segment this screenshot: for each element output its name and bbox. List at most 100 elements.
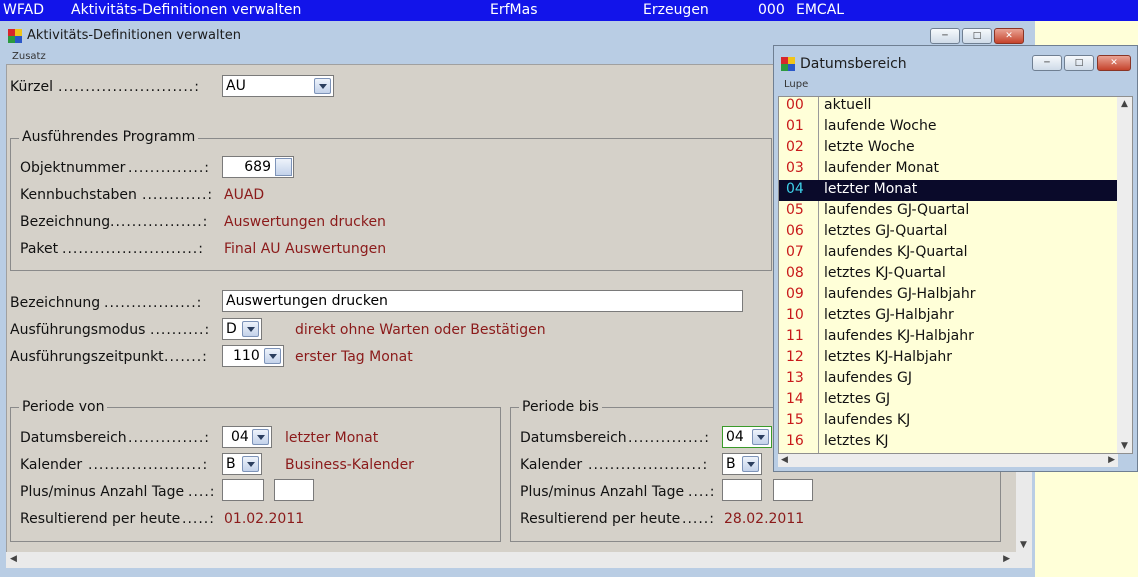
list-item[interactable]: 13 laufendes GJ xyxy=(779,369,1118,390)
bis-datumsbereich-select[interactable]: 04 xyxy=(722,426,772,448)
programm-group-title: Ausführendes Programm xyxy=(19,129,199,145)
chevron-down-icon[interactable] xyxy=(752,429,769,445)
list-item[interactable]: 14 letztes GJ xyxy=(779,390,1118,411)
label-leader: .........................: xyxy=(62,241,204,257)
minimize-button[interactable]: ─ xyxy=(930,28,960,44)
objektnummer-input[interactable]: 689 xyxy=(222,156,294,178)
zeitpunkt-description: erster Tag Monat xyxy=(295,349,413,365)
scroll-left-icon[interactable]: ◀ xyxy=(781,455,788,465)
von-kalender-select[interactable]: B xyxy=(222,453,262,475)
scroll-down-icon[interactable]: ▼ xyxy=(1121,441,1128,451)
menu-lupe[interactable]: Lupe xyxy=(784,79,808,90)
list-item[interactable]: 09 laufendes GJ-Halbjahr xyxy=(779,285,1118,306)
objektnummer-value: 689 xyxy=(244,159,271,175)
modus-select[interactable]: D xyxy=(222,318,262,340)
label-leader: ....: xyxy=(688,484,716,500)
list-item[interactable]: 03 laufender Monat xyxy=(779,159,1118,180)
list-item-code: 13 xyxy=(786,370,804,386)
chevron-down-icon[interactable] xyxy=(742,456,759,472)
list-item[interactable]: 16 letztes KJ xyxy=(779,432,1118,453)
popup-horizontal-scrollbar[interactable]: ◀ ▶ xyxy=(778,454,1118,467)
spinner-icon[interactable] xyxy=(275,158,292,176)
menu-zusatz[interactable]: Zusatz xyxy=(12,51,46,62)
list-item[interactable]: 08 letztes KJ-Quartal xyxy=(779,264,1118,285)
list-item[interactable]: 06 letztes GJ-Quartal xyxy=(779,222,1118,243)
chevron-down-icon[interactable] xyxy=(242,321,259,337)
scroll-up-icon[interactable]: ▲ xyxy=(1121,99,1128,109)
list-item-code: 15 xyxy=(786,412,804,428)
label-leader: .....................: xyxy=(588,457,709,473)
program-code: WFAD xyxy=(3,2,44,18)
scroll-left-icon[interactable]: ◀ xyxy=(10,554,17,564)
von-resultierend-label: Resultierend per heute xyxy=(20,511,181,527)
bis-kalender-select[interactable]: B xyxy=(722,453,762,475)
von-datumsbereich-select[interactable]: 04 xyxy=(222,426,272,448)
paket-value: Final AU Auswertungen xyxy=(224,241,387,257)
prog-bezeichnung-value: Auswertungen drucken xyxy=(224,214,386,230)
periode-bis-title: Periode bis xyxy=(519,399,602,415)
von-plusminus-input-1[interactable] xyxy=(222,479,264,501)
list-item[interactable]: 00 aktuell xyxy=(779,96,1118,117)
list-item-text: laufende Woche xyxy=(824,118,937,134)
list-item-code: 06 xyxy=(786,223,804,239)
list-item-code: 14 xyxy=(786,391,804,407)
von-datumsbereich-label: Datumsbereich xyxy=(20,430,127,446)
list-item-text: letztes GJ-Quartal xyxy=(824,223,948,239)
list-item-text: laufendes GJ xyxy=(824,370,912,386)
list-item-code: 09 xyxy=(786,286,804,302)
list-item-text: aktuell xyxy=(824,97,872,113)
popup-minimize-button[interactable]: ─ xyxy=(1032,55,1062,71)
list-item[interactable]: 11 laufendes KJ-Halbjahr xyxy=(779,327,1118,348)
bis-kalender-value: B xyxy=(726,456,736,472)
kuerzel-select[interactable]: AU xyxy=(222,75,334,97)
bezeichnung-label: Bezeichnung xyxy=(10,295,101,311)
label-leader: .......: xyxy=(164,349,208,365)
chevron-down-icon[interactable] xyxy=(264,348,281,364)
von-plusminus-input-2[interactable] xyxy=(274,479,314,501)
label-leader: .....................: xyxy=(88,457,209,473)
bis-resultierend-label: Resultierend per heute xyxy=(520,511,681,527)
list-item[interactable]: 07 laufendes KJ-Quartal xyxy=(779,243,1118,264)
von-kalender-description: Business-Kalender xyxy=(285,457,414,473)
popup-maximize-button[interactable]: □ xyxy=(1064,55,1094,71)
label-leader: .....: xyxy=(682,511,715,527)
list-item-text: letztes GJ xyxy=(824,391,891,407)
scroll-down-icon[interactable]: ▼ xyxy=(1020,540,1027,550)
list-item[interactable]: 10 letztes GJ-Halbjahr xyxy=(779,306,1118,327)
chevron-down-icon[interactable] xyxy=(252,429,269,445)
bis-kalender-label: Kalender xyxy=(520,457,583,473)
zeitpunkt-value: 110 xyxy=(233,348,260,364)
main-horizontal-scrollbar[interactable]: ◀ ▶ xyxy=(6,552,1032,568)
chevron-down-icon[interactable] xyxy=(314,78,331,94)
scroll-right-icon[interactable]: ▶ xyxy=(1003,554,1010,564)
list-item[interactable]: 01 laufende Woche xyxy=(779,117,1118,138)
paket-label: Paket xyxy=(20,241,59,257)
list-item[interactable]: 04 letzter Monat xyxy=(779,180,1118,201)
label-leader: .....: xyxy=(182,511,215,527)
close-button[interactable]: ✕ xyxy=(994,28,1024,44)
chevron-down-icon[interactable] xyxy=(242,456,259,472)
maximize-button[interactable]: □ xyxy=(962,28,992,44)
popup-vertical-scrollbar[interactable]: ▲ ▼ xyxy=(1117,97,1132,453)
list-item[interactable]: 12 letztes KJ-Halbjahr xyxy=(779,348,1118,369)
list-item-text: laufendes KJ xyxy=(824,412,911,428)
label-leader: .................: xyxy=(104,295,203,311)
bezeichnung-input[interactable]: Auswertungen drucken xyxy=(222,290,743,312)
list-item-code: 00 xyxy=(786,97,804,113)
kennbuchstaben-value: AUAD xyxy=(224,187,265,203)
list-item[interactable]: 02 letzte Woche xyxy=(779,138,1118,159)
user-indicator: EMCAL xyxy=(796,2,845,18)
list-item[interactable]: 05 laufendes GJ-Quartal xyxy=(779,201,1118,222)
scroll-right-icon[interactable]: ▶ xyxy=(1108,455,1115,465)
list-rows: 00 aktuell 01 laufende Woche 02 letzte Woche 0… xyxy=(779,96,1118,453)
window-title: Aktivitäts-Definitionen verwalten xyxy=(27,28,241,43)
zeitpunkt-select[interactable]: 110 xyxy=(222,345,284,367)
list-item-code: 04 xyxy=(786,181,804,197)
popup-close-button[interactable]: ✕ xyxy=(1097,55,1131,71)
von-resultierend-value: 01.02.2011 xyxy=(224,511,305,527)
bis-plusminus-input-1[interactable] xyxy=(722,479,762,501)
list-item[interactable]: 15 laufendes KJ xyxy=(779,411,1118,432)
session-number: 000 xyxy=(758,2,785,18)
popup-title: Datumsbereich xyxy=(800,56,907,72)
bis-plusminus-input-2[interactable] xyxy=(773,479,813,501)
